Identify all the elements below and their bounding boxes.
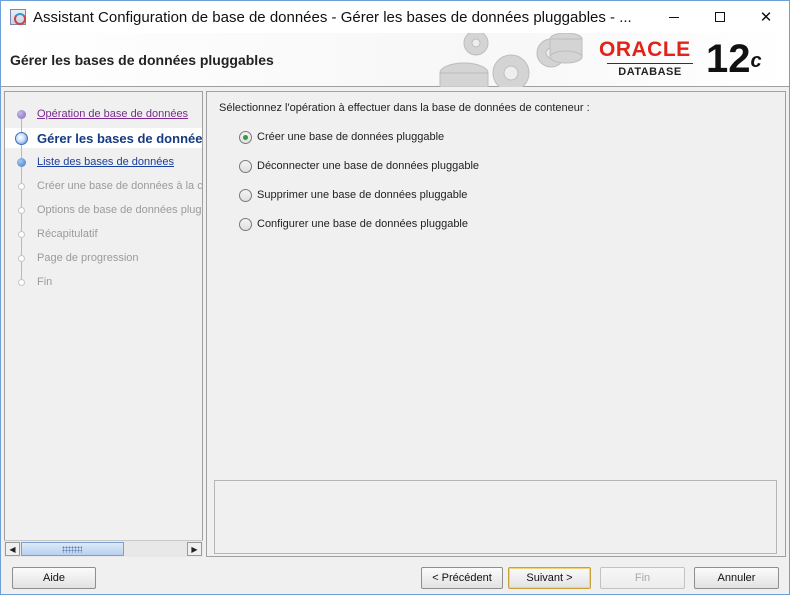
oracle-logo: ORACLE DATABASE <box>599 39 701 78</box>
step-pending-icon <box>18 230 25 238</box>
step-pending-icon <box>18 254 25 262</box>
maximize-button[interactable] <box>697 1 743 33</box>
version-badge: 12c <box>706 37 762 81</box>
option-label[interactable]: Créer une base de données pluggable <box>257 131 444 143</box>
nav-step-finish: Fin <box>5 272 202 292</box>
option-delete-pdb[interactable]: Supprimer une base de données pluggable <box>239 187 467 203</box>
scroll-left-arrow-icon[interactable]: ◀ <box>5 542 20 556</box>
instruction-text: Sélectionnez l'opération à effectuer dan… <box>219 102 590 114</box>
nav-step-label: Récapitulatif <box>37 228 98 240</box>
nav-step-label: Créer une base de données à la c <box>37 180 203 192</box>
option-label[interactable]: Supprimer une base de données pluggable <box>257 189 467 201</box>
step-available-icon <box>17 157 26 167</box>
cancel-button[interactable]: Annuler <box>694 567 779 589</box>
step-pending-icon <box>18 278 25 286</box>
header-banner: Gérer les bases de données pluggables OR… <box>1 33 789 87</box>
nav-step-label: Options de base de données plugg <box>37 204 203 216</box>
step-pending-icon <box>18 206 25 214</box>
option-configure-pdb[interactable]: Configurer une base de données pluggable <box>239 216 468 232</box>
option-label[interactable]: Configurer une base de données pluggable <box>257 218 468 230</box>
nav-step-create-pdb: Créer une base de données à la c <box>5 176 203 196</box>
page-title: Gérer les bases de données pluggables <box>10 52 274 68</box>
nav-step-label: Liste des bases de données <box>37 156 174 168</box>
scroll-right-arrow-icon[interactable]: ▶ <box>187 542 202 556</box>
minimize-icon <box>669 16 679 18</box>
oracle-wordmark: ORACLE <box>599 38 691 61</box>
next-button[interactable]: Suivant > <box>508 567 591 589</box>
nav-step-label: Fin <box>37 276 53 288</box>
finish-button: Fin <box>600 567 685 589</box>
step-navigation-panel: Opération de base de données Gérer les b… <box>4 91 203 557</box>
close-icon: ✕ <box>759 8 773 26</box>
nav-step-label: Gérer les bases de données p <box>37 130 203 146</box>
database-label: DATABASE <box>607 63 693 78</box>
nav-step-database-list[interactable]: Liste des bases de données <box>5 152 202 172</box>
step-current-icon <box>15 131 28 145</box>
nav-horizontal-scrollbar[interactable]: ◀ ▶ <box>4 540 203 557</box>
scrollbar-grip-icon <box>62 546 82 553</box>
previous-button[interactable]: < Précédent <box>421 567 503 589</box>
step-pending-icon <box>18 182 25 190</box>
radio-button[interactable] <box>239 159 252 173</box>
nav-step-label: Page de progression <box>37 252 139 264</box>
dbca-window: Assistant Configuration de base de donné… <box>0 0 790 595</box>
description-box <box>214 480 777 554</box>
scrollbar-thumb[interactable] <box>21 542 124 556</box>
window-title: Assistant Configuration de base de donné… <box>33 8 632 26</box>
maximize-icon <box>715 12 725 22</box>
option-unplug-pdb[interactable]: Déconnecter une base de données pluggabl… <box>239 158 479 174</box>
gears-decoration-icon <box>439 33 583 87</box>
nav-step-database-operation[interactable]: Opération de base de données <box>5 104 202 124</box>
title-bar[interactable]: Assistant Configuration de base de donné… <box>1 1 789 33</box>
version-number: 12 <box>706 37 751 81</box>
nav-step-summary: Récapitulatif <box>5 224 202 244</box>
java-app-icon <box>10 9 26 25</box>
option-label[interactable]: Déconnecter une base de données pluggabl… <box>257 160 479 172</box>
minimize-button[interactable] <box>651 1 697 33</box>
radio-button[interactable] <box>239 188 252 202</box>
nav-step-progress: Page de progression <box>5 248 202 268</box>
nav-step-label: Opération de base de données <box>37 108 189 120</box>
nav-step-manage-pdbs[interactable]: Gérer les bases de données p <box>5 128 203 148</box>
help-button[interactable]: Aide <box>12 567 96 589</box>
version-suffix: c <box>750 50 762 72</box>
radio-button-selected[interactable] <box>239 130 252 144</box>
option-create-pdb[interactable]: Créer une base de données pluggable <box>239 129 444 145</box>
step-complete-icon <box>17 109 26 119</box>
close-button[interactable]: ✕ <box>743 1 789 33</box>
main-content-panel: Sélectionnez l'opération à effectuer dan… <box>206 91 786 557</box>
radio-button[interactable] <box>239 217 252 231</box>
nav-step-pdb-options: Options de base de données plugg <box>5 200 203 220</box>
